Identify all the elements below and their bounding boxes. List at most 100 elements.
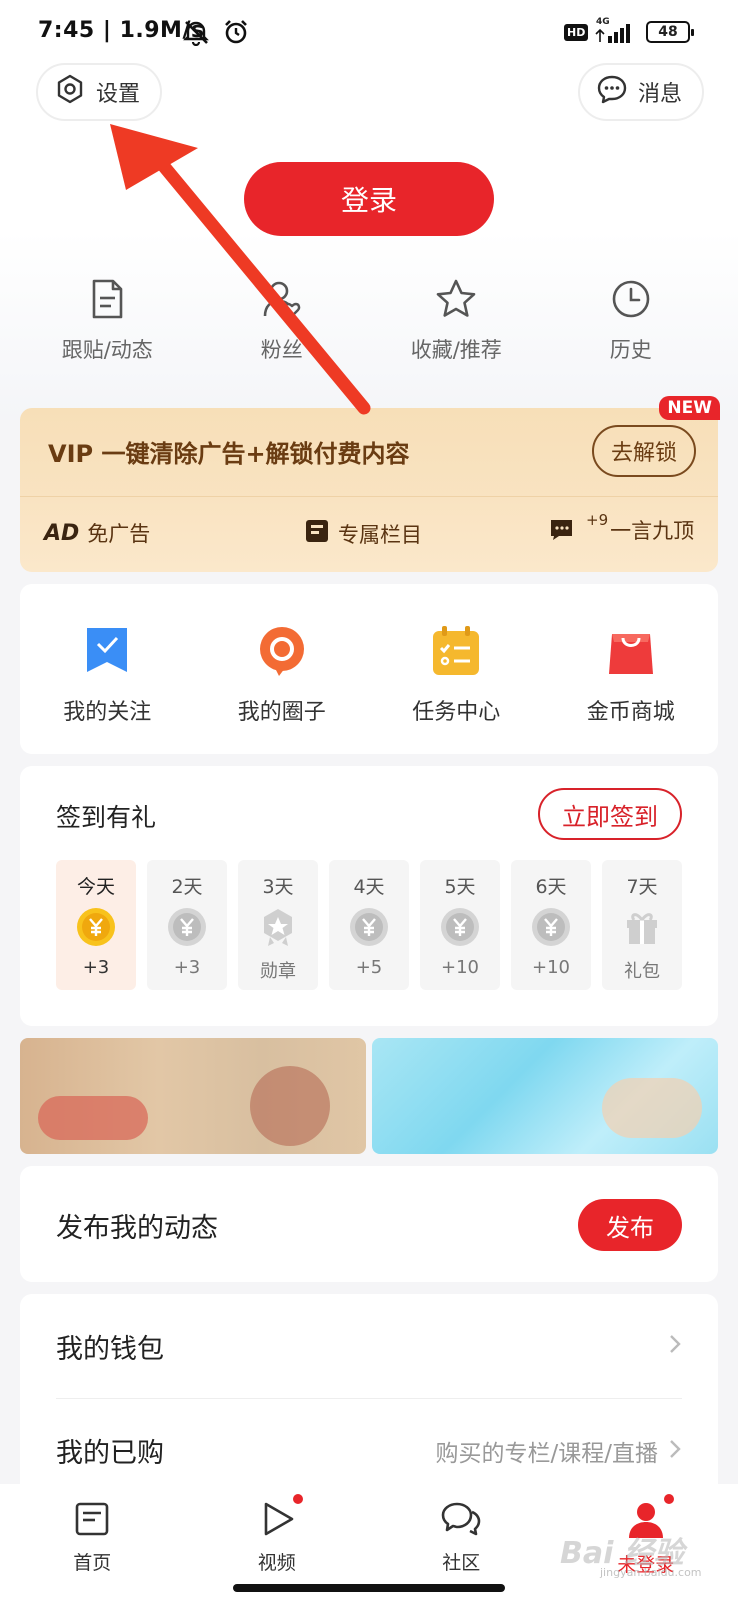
vip-card[interactable]: NEW VIP 一键清除广告+解锁付费内容 去解锁 AD 免广告 专属栏目 +9… <box>20 396 720 572</box>
nav-home[interactable]: 首页 <box>0 1484 185 1600</box>
mute-icon <box>182 18 210 50</box>
nav-label: 首页 <box>73 1552 112 1574</box>
nav-community[interactable]: 社区 <box>369 1484 554 1600</box>
feature-following[interactable]: 我的关注 <box>20 624 195 754</box>
quick-link-label: 收藏/推荐 <box>410 338 502 362</box>
column-icon <box>304 518 338 549</box>
watermark-url: jingyan.baidu.com <box>600 1566 702 1579</box>
community-icon <box>440 1500 482 1542</box>
vip-perk-no-ads: AD 免广告 <box>44 518 150 548</box>
banner-blur-shape <box>602 1078 702 1138</box>
list-item-wallet[interactable]: 我的钱包 <box>56 1294 682 1398</box>
status-bar: 7:45 | 1.9M/s HD 4G 48 <box>0 0 738 62</box>
document-icon <box>87 278 127 334</box>
login-button[interactable]: 登录 <box>244 162 494 236</box>
chevron-right-icon <box>668 1438 682 1464</box>
video-icon <box>258 1500 296 1542</box>
vip-perk-label: 免广告 <box>87 522 151 546</box>
chat-icon <box>596 73 638 111</box>
ad-icon: AD <box>44 520 80 546</box>
banner-blur-shape <box>250 1066 330 1146</box>
quick-link-label: 粉丝 <box>260 338 303 362</box>
quick-link-history[interactable]: 历史 <box>544 278 719 364</box>
feature-tasks[interactable]: 任务中心 <box>369 624 544 754</box>
day-name: 6天 <box>535 876 567 898</box>
checkin-day[interactable]: 2天 +3 <box>147 860 227 990</box>
signal-icon <box>594 22 638 48</box>
day-reward: 礼包 <box>624 961 660 982</box>
quick-link-posts[interactable]: 跟贴/动态 <box>20 278 195 364</box>
checkin-card: 签到有礼 立即签到 今天 +3 2天 +3 3天 勋章 4天 +5 5天 +10… <box>20 766 718 1026</box>
vip-perk-comment: +9 一言九顶 <box>548 510 695 547</box>
battery-icon: 48 <box>646 21 694 43</box>
day-reward: +10 <box>441 957 479 978</box>
chevron-right-icon <box>668 1333 682 1359</box>
coin-icon <box>349 907 389 951</box>
settings-hex-icon <box>54 73 96 111</box>
comment-icon <box>548 512 586 547</box>
coin-icon <box>531 907 571 951</box>
medal-icon <box>258 907 298 951</box>
day-name: 4天 <box>353 876 385 898</box>
fans-icon <box>261 278 303 334</box>
quick-link-label: 跟贴/动态 <box>61 338 153 362</box>
list-subtext: 购买的专栏/课程/直播 <box>435 1440 659 1467</box>
feature-circles[interactable]: 我的圈子 <box>195 624 370 754</box>
checkin-days: 今天 +3 2天 +3 3天 勋章 4天 +5 5天 +10 6天 +10 7天… <box>56 860 682 990</box>
vip-title: VIP 一键清除广告+解锁付费内容 <box>48 440 410 468</box>
feature-label: 我的圈子 <box>237 700 326 725</box>
notification-dot <box>290 1492 305 1506</box>
feature-label: 我的关注 <box>63 700 152 725</box>
banner-right[interactable] <box>372 1038 718 1154</box>
quick-link-fans[interactable]: 粉丝 <box>195 278 370 364</box>
feature-coin-mall[interactable]: 金币商城 <box>544 624 719 754</box>
quick-link-favorites[interactable]: 收藏/推荐 <box>369 278 544 364</box>
publish-button[interactable]: 发布 <box>578 1199 682 1251</box>
coin-icon <box>76 907 116 951</box>
banner-row <box>20 1038 718 1154</box>
checkin-day[interactable]: 3天 勋章 <box>238 860 318 990</box>
coin-icon <box>167 907 207 951</box>
hd-badge: HD <box>564 24 589 41</box>
checkin-title: 签到有礼 <box>56 803 157 832</box>
plus-nine-badge: +9 <box>586 510 609 529</box>
checkin-day[interactable]: 7天 礼包 <box>602 860 682 990</box>
checkin-day[interactable]: 6天 +10 <box>511 860 591 990</box>
quick-link-label: 历史 <box>609 338 652 362</box>
banner-left[interactable] <box>20 1038 366 1154</box>
settings-button[interactable]: 设置 <box>36 63 162 121</box>
checkin-day[interactable]: 5天 +10 <box>420 860 500 990</box>
checkin-button[interactable]: 立即签到 <box>538 788 682 840</box>
nav-label: 社区 <box>442 1552 481 1574</box>
task-icon <box>430 624 482 694</box>
vip-divider <box>20 496 718 497</box>
day-name: 7天 <box>626 876 658 898</box>
post-card: 发布我的动态 发布 <box>20 1166 718 1282</box>
vip-perk-label: 一言九顶 <box>610 518 695 543</box>
day-reward: +5 <box>355 957 383 978</box>
nav-video[interactable]: 视频 <box>185 1484 370 1600</box>
clock-icon <box>610 278 652 334</box>
checkin-day[interactable]: 今天 +3 <box>56 860 136 990</box>
status-time: 7:45 | 1.9M/s <box>38 18 205 43</box>
feature-card: 我的关注 我的圈子 任务中心 金币商城 <box>20 584 718 754</box>
feature-label: 金币商城 <box>586 700 675 725</box>
day-name: 2天 <box>171 876 203 898</box>
day-reward: 勋章 <box>260 961 296 982</box>
checkin-day[interactable]: 4天 +5 <box>329 860 409 990</box>
day-reward: +10 <box>532 957 570 978</box>
vip-perk-column: 专属栏目 <box>304 518 422 549</box>
vip-unlock-button[interactable]: 去解锁 <box>592 425 696 477</box>
day-name: 5天 <box>444 876 476 898</box>
vip-perk-label: 专属栏目 <box>338 522 422 547</box>
messages-button[interactable]: 消息 <box>578 63 704 121</box>
list-label: 我的已购 <box>56 1438 164 1469</box>
quick-links: 跟贴/动态 粉丝 收藏/推荐 历史 <box>20 278 718 364</box>
gift-icon <box>622 907 662 951</box>
day-name: 今天 <box>76 876 115 898</box>
feature-label: 任务中心 <box>412 700 501 725</box>
bookmark-icon <box>82 624 132 694</box>
settings-label: 设置 <box>96 82 141 107</box>
home-indicator[interactable] <box>233 1584 505 1592</box>
nav-label: 视频 <box>257 1552 296 1574</box>
